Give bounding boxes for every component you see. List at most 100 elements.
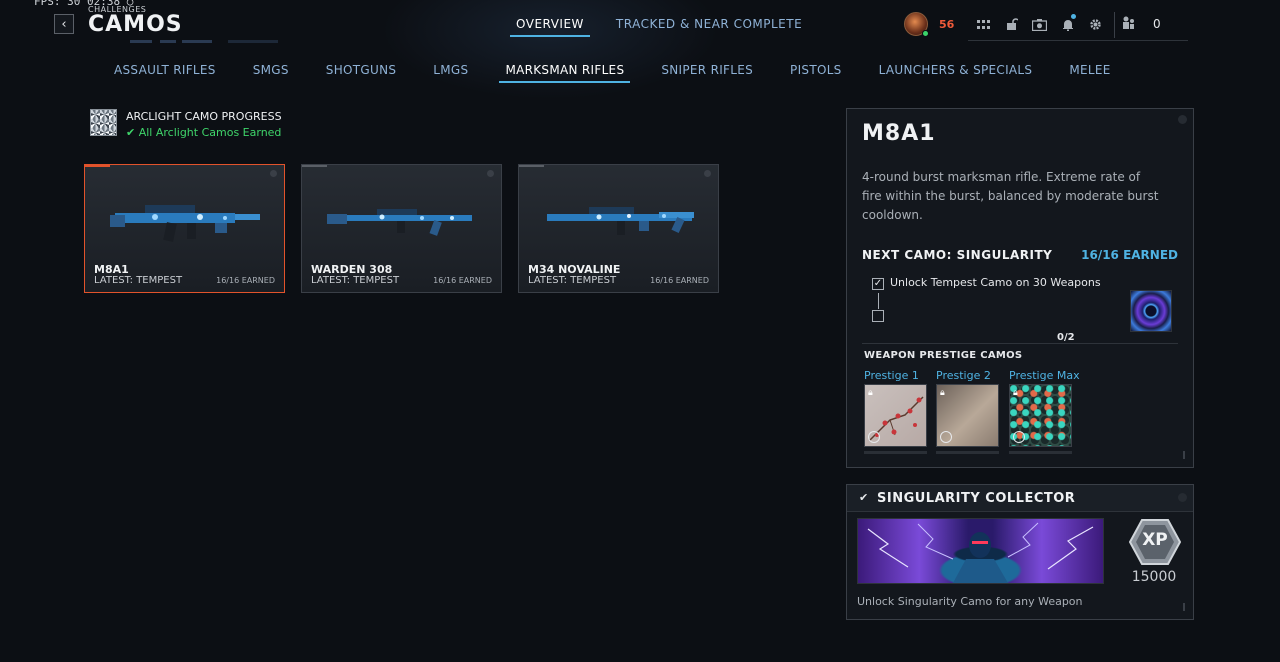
task-progress: 0/2 xyxy=(1057,332,1075,343)
weapon-earned-count: 16/16 EARNED xyxy=(650,276,709,285)
prestige-camo-max[interactable]: Prestige Max 🔒︎ xyxy=(1009,369,1080,454)
tab-melee[interactable]: MELEE xyxy=(1063,63,1116,83)
prestige-camo-image: 🔒︎ xyxy=(1009,384,1072,447)
weapon-earned-count: 16/16 EARNED xyxy=(433,276,492,285)
tab-assault-rifles[interactable]: ASSAULT RIFLES xyxy=(108,63,222,83)
weapon-card-m8a1[interactable]: M8A1 LATEST: TEMPEST 16/16 EARNED xyxy=(84,164,285,293)
chevron-left-icon: ‹ xyxy=(61,16,67,32)
weapon-card-m34-novaline[interactable]: M34 NOVALINE LATEST: TEMPEST 16/16 EARNE… xyxy=(518,164,719,293)
card-corner-icon xyxy=(487,170,494,177)
task-checkbox-empty xyxy=(872,310,884,322)
tab-tracked-near-complete[interactable]: TRACKED & NEAR COMPLETE xyxy=(610,17,808,37)
prestige-progress-bar xyxy=(1009,451,1072,454)
grid-icon[interactable] xyxy=(974,15,993,34)
arclight-status-text: All Arclight Camos Earned xyxy=(138,126,282,139)
prestige-badge-icon xyxy=(1013,431,1025,443)
lock-icon: 🔒︎ xyxy=(940,388,945,398)
unlock-icon[interactable] xyxy=(1002,15,1021,34)
task-description: Unlock Tempest Camo on 30 Weapons xyxy=(890,276,1101,289)
singularity-camo-thumbnail[interactable] xyxy=(1130,290,1172,332)
player-level: 56 xyxy=(939,18,955,31)
card-notch xyxy=(302,165,327,167)
weapon-m8a1-image xyxy=(110,205,260,242)
panel-corner-icon xyxy=(1178,493,1187,502)
top-tabs: OVERVIEW TRACKED & NEAR COMPLETE xyxy=(510,17,808,37)
prestige-badge-icon xyxy=(940,431,952,443)
card-notch xyxy=(519,165,544,167)
card-corner-icon xyxy=(270,170,277,177)
lightning-pattern xyxy=(867,522,1094,583)
weapon-latest-camo: LATEST: TEMPEST xyxy=(94,275,183,286)
collector-header: ✔ SINGULARITY COLLECTOR xyxy=(847,485,1193,512)
card-notch xyxy=(85,165,110,167)
collector-title: SINGULARITY COLLECTOR xyxy=(877,491,1076,506)
next-camo-earned: 16/16 EARNED xyxy=(1081,248,1178,262)
weapon-latest-camo: LATEST: TEMPEST xyxy=(311,275,400,286)
player-bar: 56 0 xyxy=(904,12,1188,42)
weapon-detail-panel: M8A1 4-round burst marksman rifle. Extre… xyxy=(846,108,1194,468)
prestige-camo-2[interactable]: Prestige 2 🔒︎ xyxy=(936,369,999,454)
xp-label: XP xyxy=(1142,530,1168,550)
weapon-card-warden-308[interactable]: WARDEN 308 LATEST: TEMPEST 16/16 EARNED xyxy=(301,164,502,293)
online-status-icon xyxy=(922,30,929,37)
tab-sniper-rifles[interactable]: SNIPER RIFLES xyxy=(655,63,759,83)
checkmark-icon: ✔ xyxy=(126,126,139,139)
lock-icon: 🔒︎ xyxy=(1013,388,1018,398)
singularity-collector-panel: ✔ SINGULARITY COLLECTOR XP 15000 Unlock … xyxy=(846,484,1194,620)
checkmark-icon: ✔ xyxy=(859,491,869,504)
detail-weapon-name: M8A1 xyxy=(862,121,936,146)
card-corner-icon xyxy=(704,170,711,177)
xp-reward-value: 15000 xyxy=(1131,569,1177,585)
prestige-camo-label: Prestige Max xyxy=(1009,369,1080,382)
bell-icon[interactable] xyxy=(1058,14,1077,34)
panel-corner-icon xyxy=(1178,115,1187,124)
weapon-category-tabs: ASSAULT RIFLES SMGS SHOTGUNS LMGS MARKSM… xyxy=(108,63,1117,83)
prestige-camo-image: 🔒︎ xyxy=(864,384,927,447)
background-glow xyxy=(380,0,720,100)
header-divider xyxy=(1114,12,1115,38)
prestige-badge-icon xyxy=(868,431,880,443)
friends-count: 0 xyxy=(1153,17,1161,31)
gear-icon[interactable] xyxy=(1086,15,1105,34)
detail-weapon-description: 4-round burst marksman rifle. Extreme ra… xyxy=(862,170,1159,222)
task-progress-bar xyxy=(862,343,1178,344)
lock-icon: 🔒︎ xyxy=(868,388,873,398)
task-checkbox-checked: ✓ xyxy=(872,278,884,290)
tab-marksman-rifles[interactable]: MARKSMAN RIFLES xyxy=(499,63,631,83)
prestige-camo-1[interactable]: Prestige 1 🔒︎ xyxy=(864,369,927,454)
camera-icon[interactable] xyxy=(1030,15,1049,34)
arclight-progress-title: ARCLIGHT CAMO PROGRESS xyxy=(126,110,282,123)
header-icons xyxy=(974,14,1105,34)
collector-description: Unlock Singularity Camo for any Weapon xyxy=(857,595,1083,608)
tab-smgs[interactable]: SMGS xyxy=(247,63,295,83)
prestige-camo-label: Prestige 1 xyxy=(864,369,919,382)
prestige-progress-bar xyxy=(864,451,927,454)
arclight-progress-status: ✔ All Arclight Camos Earned xyxy=(126,126,281,139)
weapon-earned-count: 16/16 EARNED xyxy=(216,276,275,285)
collector-calling-card-image xyxy=(857,518,1104,584)
tab-shotguns[interactable]: SHOTGUNS xyxy=(320,63,403,83)
prestige-camo-label: Prestige 2 xyxy=(936,369,991,382)
notification-dot-icon xyxy=(1071,14,1076,19)
prestige-progress-bar xyxy=(936,451,999,454)
prestige-camos-heading: WEAPON PRESTIGE CAMOS xyxy=(864,350,1023,361)
weapon-m34-novaline-image xyxy=(547,207,694,235)
scroll-indicator[interactable] xyxy=(1183,603,1185,611)
tab-lmgs[interactable]: LMGS xyxy=(427,63,474,83)
next-camo-label: NEXT CAMO: SINGULARITY xyxy=(862,248,1053,262)
tab-pistols[interactable]: PISTOLS xyxy=(784,63,848,83)
arclight-camo-thumbnail xyxy=(90,109,117,136)
weapon-warden-308-image xyxy=(327,209,472,236)
scroll-indicator[interactable] xyxy=(1183,451,1185,459)
page-title: CAMOS xyxy=(88,12,183,37)
back-button[interactable]: ‹ xyxy=(54,14,74,34)
player-avatar[interactable] xyxy=(904,12,929,37)
friends-icon[interactable] xyxy=(1122,16,1136,32)
title-decoration xyxy=(130,40,280,46)
task-connector xyxy=(878,293,879,309)
tab-overview[interactable]: OVERVIEW xyxy=(510,17,590,37)
tab-launchers-specials[interactable]: LAUNCHERS & SPECIALS xyxy=(873,63,1039,83)
header-underline xyxy=(968,40,1188,41)
weapon-latest-camo: LATEST: TEMPEST xyxy=(528,275,617,286)
prestige-camo-image: 🔒︎ xyxy=(936,384,999,447)
